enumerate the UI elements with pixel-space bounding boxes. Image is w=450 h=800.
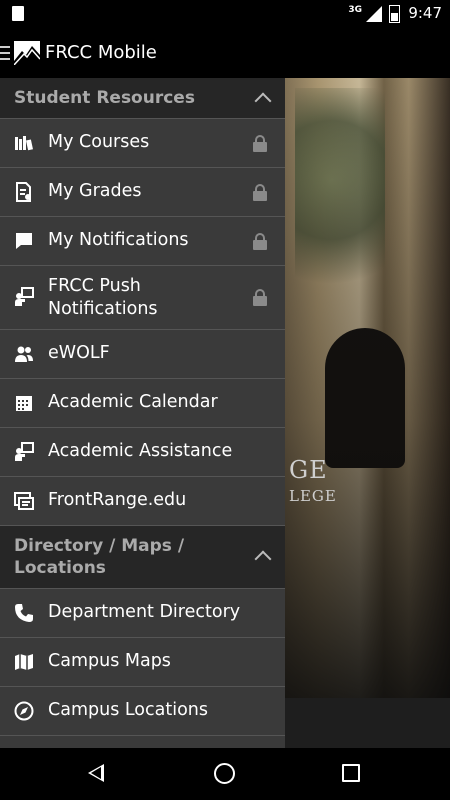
map-icon bbox=[14, 652, 34, 672]
drawer-item-label: My Notifications bbox=[48, 230, 189, 250]
lock-icon bbox=[253, 233, 267, 250]
lock-icon bbox=[253, 135, 267, 152]
app-bar: FRCC Mobile bbox=[0, 28, 450, 78]
presenter-icon bbox=[14, 442, 34, 462]
recent-apps-icon[interactable] bbox=[342, 764, 360, 782]
clock: 9:47 bbox=[408, 4, 442, 22]
app-title: FRCC Mobile bbox=[45, 42, 157, 63]
status-bar: 3G 9:47 bbox=[0, 0, 450, 28]
drawer-item-label: Academic Calendar bbox=[48, 392, 218, 412]
drawer-item-label: FrontRange.edu bbox=[48, 490, 187, 510]
drawer-item-academic-calendar[interactable]: Academic Calendar bbox=[0, 379, 285, 428]
background-watermark-sub: LEGE bbox=[289, 487, 337, 505]
home-icon[interactable] bbox=[214, 763, 235, 784]
background-watermark: GE bbox=[289, 456, 328, 484]
drawer-item-campus-maps[interactable]: Campus Maps bbox=[0, 638, 285, 687]
section-title: Student Resources bbox=[14, 88, 195, 108]
drawer-item-label: Campus Locations bbox=[48, 700, 209, 720]
section-header-directory-maps-locations[interactable]: Directory / Maps / Locations bbox=[0, 526, 285, 589]
system-nav-bar bbox=[0, 748, 450, 800]
chat-bubble-icon bbox=[14, 231, 34, 251]
section-title: Directory / Maps / Locations bbox=[14, 536, 185, 578]
drawer-item-label: My Grades bbox=[48, 181, 142, 201]
drawer-item-academic-assistance[interactable]: Academic Assistance bbox=[0, 428, 285, 477]
drawer-item-my-courses[interactable]: My Courses bbox=[0, 119, 285, 168]
calendar-icon bbox=[14, 393, 34, 413]
grade-document-icon bbox=[14, 182, 34, 202]
people-icon bbox=[14, 344, 34, 364]
website-icon bbox=[14, 491, 34, 511]
drawer-item-my-notifications[interactable]: My Notifications bbox=[0, 217, 285, 266]
drawer-item-label: Campus Maps bbox=[48, 651, 171, 671]
background-footer bbox=[285, 698, 450, 748]
drawer-item-department-directory[interactable]: Department Directory bbox=[0, 589, 285, 638]
network-type: 3G bbox=[348, 5, 362, 15]
background-photo: GE LEGE bbox=[285, 78, 450, 698]
compass-icon bbox=[14, 701, 34, 721]
lock-icon bbox=[253, 289, 267, 306]
frcc-logo[interactable] bbox=[13, 41, 41, 66]
battery-icon bbox=[389, 5, 400, 23]
presenter-icon bbox=[14, 287, 34, 307]
drawer-item-label: Department Directory bbox=[48, 602, 241, 622]
drawer-item-label: My Courses bbox=[48, 132, 150, 152]
drawer-item-campus-locations[interactable]: Campus Locations bbox=[0, 687, 285, 736]
menu-icon[interactable] bbox=[0, 46, 10, 60]
back-icon[interactable] bbox=[88, 764, 104, 782]
section-header-student-resources[interactable]: Student Resources bbox=[0, 78, 285, 119]
sd-card-icon bbox=[12, 6, 24, 21]
drawer-item-label: FRCC Push Notifications bbox=[48, 276, 158, 319]
drawer-item-label: eWOLF bbox=[48, 343, 110, 363]
signal-icon bbox=[366, 6, 382, 22]
drawer-item-my-grades[interactable]: My Grades bbox=[0, 168, 285, 217]
lock-icon bbox=[253, 184, 267, 201]
phone-icon bbox=[14, 603, 34, 623]
drawer-item-frontrange-edu[interactable]: FrontRange.edu bbox=[0, 477, 285, 526]
drawer-item-ewolf[interactable]: eWOLF bbox=[0, 330, 285, 379]
drawer-item-label: Academic Assistance bbox=[48, 441, 233, 461]
navigation-drawer: Student Resources My Courses My Grades M… bbox=[0, 78, 285, 748]
drawer-item-frcc-push-notifications[interactable]: FRCC Push Notifications bbox=[0, 266, 285, 330]
books-icon bbox=[14, 133, 34, 153]
